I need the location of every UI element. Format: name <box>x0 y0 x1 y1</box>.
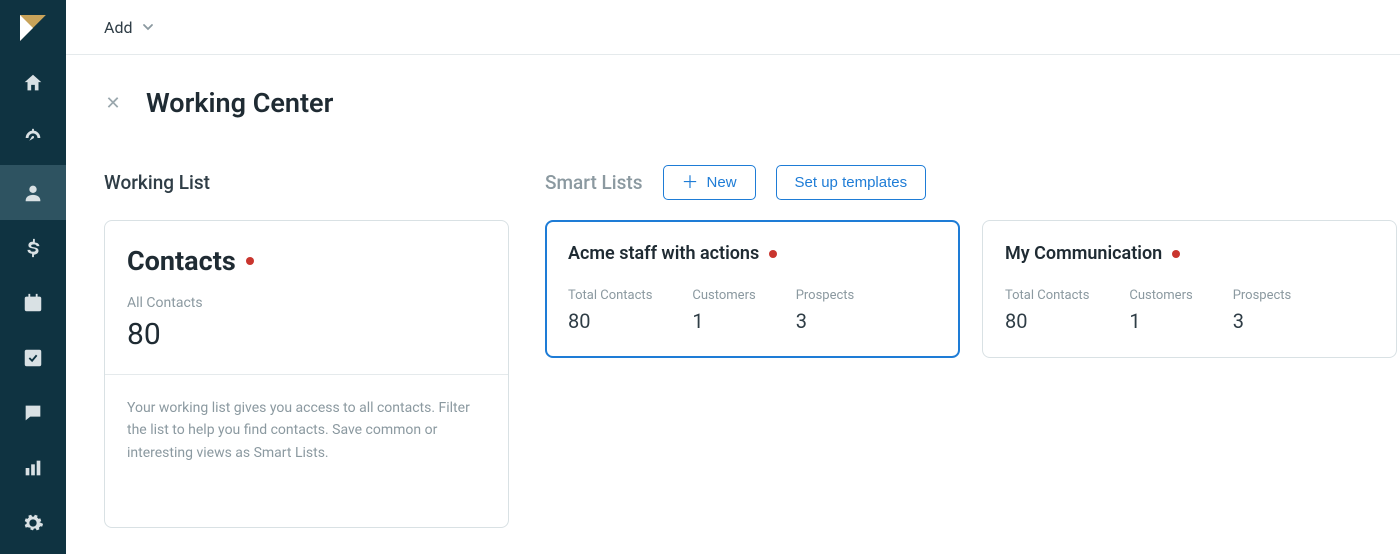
plus-icon: ＋ <box>682 174 699 191</box>
contacts-metric-value: 80 <box>127 317 486 352</box>
gear-icon <box>22 512 44 534</box>
app-root: Add ✕ Working Center Working List <box>0 0 1400 554</box>
calendar-icon <box>22 292 44 314</box>
smart-card-title: My Communication <box>1005 243 1162 264</box>
metric-customers: Customers 1 <box>1129 288 1192 333</box>
app-logo[interactable] <box>0 0 66 55</box>
contacts-metric-label: All Contacts <box>127 295 486 311</box>
status-dot <box>1172 250 1180 258</box>
metric-total: Total Contacts 80 <box>1005 288 1089 333</box>
chevron-down-icon <box>142 21 154 33</box>
working-list-title: Working List <box>104 171 210 194</box>
setup-label: Set up templates <box>795 174 908 191</box>
sidebar-item-reports[interactable] <box>0 440 66 495</box>
chart-icon <box>22 457 44 479</box>
sidebar-item-home[interactable] <box>0 55 66 110</box>
gauge-icon <box>22 127 44 149</box>
sidebar-item-settings[interactable] <box>0 495 66 550</box>
smart-lists-column: Smart Lists ＋ New Set up templates Acm <box>545 164 1397 358</box>
contacts-title-row: Contacts <box>127 245 486 277</box>
sidebar-item-money[interactable] <box>0 220 66 275</box>
home-icon <box>22 72 44 94</box>
contacts-help-text: Your working list gives you access to al… <box>127 375 486 505</box>
add-label: Add <box>104 18 132 37</box>
dollar-icon <box>22 237 44 259</box>
metric-customers: Customers 1 <box>692 288 755 333</box>
contacts-card[interactable]: Contacts All Contacts 80 Your working li… <box>104 220 509 528</box>
smart-card-my-communication[interactable]: My Communication Total Contacts 80 Custo… <box>982 220 1397 358</box>
working-list-header: Working List <box>104 164 509 200</box>
checkbox-icon <box>22 347 44 369</box>
page-header: ✕ Working Center <box>104 87 1397 119</box>
sidebar-item-gauge[interactable] <box>0 110 66 165</box>
sidebar-item-calendar[interactable] <box>0 275 66 330</box>
smart-lists-header: Smart Lists ＋ New Set up templates <box>545 164 1397 200</box>
sidebar-item-tasks[interactable] <box>0 330 66 385</box>
main: Add ✕ Working Center Working List <box>66 0 1400 554</box>
sidebar <box>0 0 66 554</box>
status-dot <box>246 257 254 265</box>
page-title: Working Center <box>146 87 333 119</box>
metric-prospects: Prospects 3 <box>1233 288 1292 333</box>
person-icon <box>22 182 44 204</box>
smart-cards: Acme staff with actions Total Contacts 8… <box>545 220 1397 358</box>
new-smart-list-button[interactable]: ＋ New <box>663 165 756 200</box>
smart-card-acme[interactable]: Acme staff with actions Total Contacts 8… <box>545 220 960 358</box>
content: ✕ Working Center Working List Contacts <box>66 55 1400 554</box>
new-label: New <box>707 174 737 191</box>
working-list-column: Working List Contacts All Contacts 80 <box>104 164 509 528</box>
close-icon[interactable]: ✕ <box>104 93 122 114</box>
sidebar-item-chat[interactable] <box>0 385 66 440</box>
sidebar-item-contacts[interactable] <box>0 165 66 220</box>
topbar: Add <box>66 0 1400 55</box>
setup-templates-button[interactable]: Set up templates <box>776 165 927 200</box>
status-dot <box>769 250 777 258</box>
add-button[interactable]: Add <box>104 18 154 37</box>
contacts-title: Contacts <box>127 245 236 277</box>
smart-lists-title: Smart Lists <box>545 171 643 194</box>
metric-total: Total Contacts 80 <box>568 288 652 333</box>
columns: Working List Contacts All Contacts 80 <box>104 164 1397 528</box>
chat-icon <box>22 402 44 424</box>
metric-prospects: Prospects 3 <box>796 288 855 333</box>
smart-card-title: Acme staff with actions <box>568 243 759 264</box>
